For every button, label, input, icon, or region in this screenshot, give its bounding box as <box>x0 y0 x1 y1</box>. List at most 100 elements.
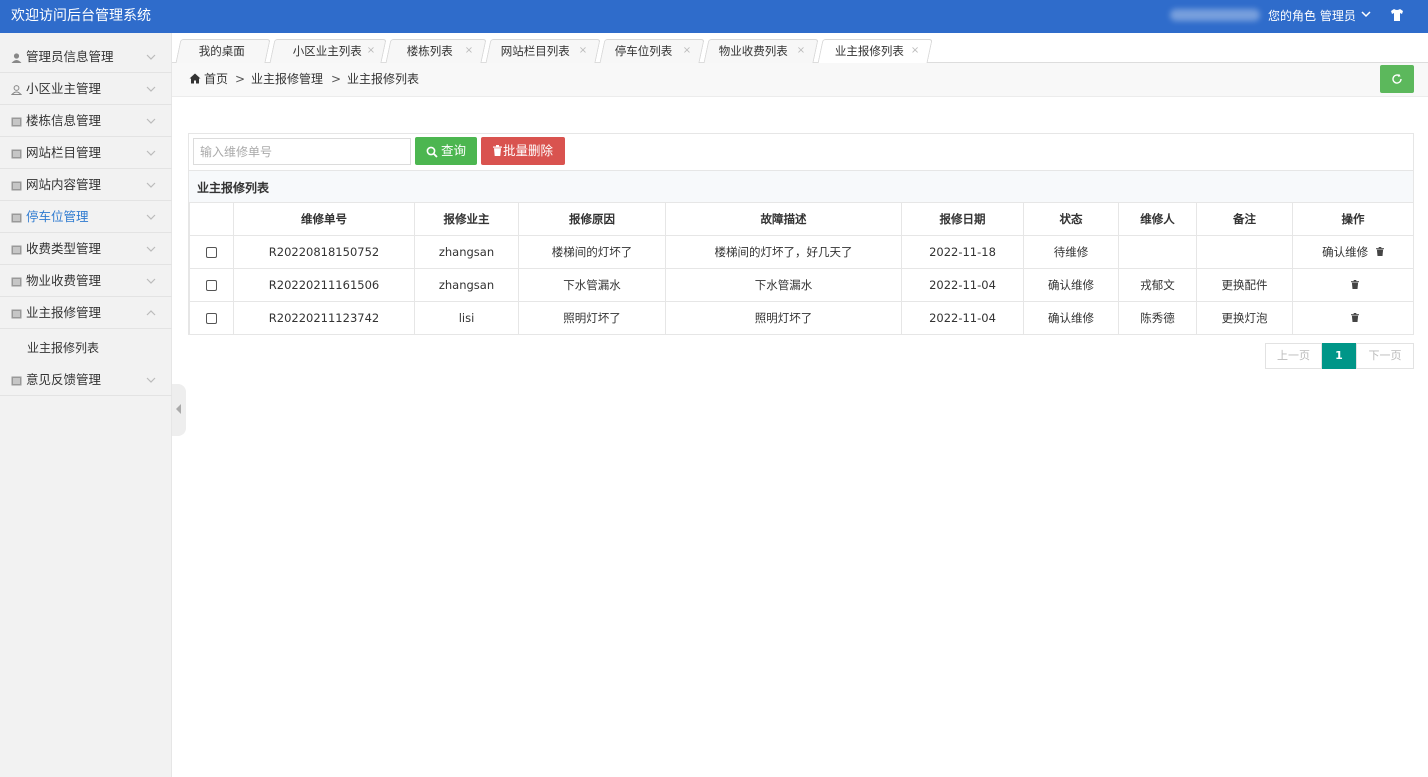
chevron-down-icon <box>146 211 156 221</box>
list-icon <box>11 276 22 287</box>
close-icon[interactable]: × <box>579 44 587 58</box>
sidebar-item-label: 网站栏目管理 <box>26 145 102 160</box>
refresh-button[interactable] <box>1380 65 1414 93</box>
confirm-repair-link[interactable]: 确认维修 <box>1322 245 1368 259</box>
cell-owner: zhangsan <box>414 235 519 269</box>
row-checkbox[interactable] <box>206 280 217 291</box>
user-icon <box>11 52 22 63</box>
sidebar-item-parking[interactable]: 停车位管理 <box>0 201 172 233</box>
sidebar-subitem-repair-list[interactable]: 业主报修列表 <box>0 332 172 364</box>
tab-owner-list[interactable]: 小区业主列表 × <box>269 39 387 63</box>
tab-repair-list[interactable]: 业主报修列表 × <box>817 39 933 64</box>
close-icon[interactable]: × <box>683 44 691 58</box>
column-header: 维修单号 <box>233 202 415 236</box>
column-header: 故障描述 <box>665 202 902 236</box>
home-icon <box>189 73 201 84</box>
row-checkbox-cell <box>189 301 234 335</box>
top-header: 欢迎访问后台管理系统 您的角色 管理员 <box>0 0 1428 33</box>
sidebar-item-label: 物业收费管理 <box>26 273 102 288</box>
chevron-down-icon[interactable] <box>1361 9 1371 23</box>
batch-delete-button-label: 批量删除 <box>503 144 554 158</box>
tab-property-fee-list[interactable]: 物业收费列表 × <box>703 39 819 63</box>
user-outline-icon <box>10 84 23 95</box>
cell-order-no: R20220211161506 <box>233 268 415 302</box>
cell-description: 楼梯间的灯坏了，好几天了 <box>665 235 902 269</box>
table-row: R20220211161506 zhangsan 下水管漏水 下水管漏水 202… <box>189 268 1414 302</box>
cell-reason: 下水管漏水 <box>518 268 666 302</box>
batch-delete-button[interactable]: 批量删除 <box>481 137 565 165</box>
next-page-button[interactable]: 下一页 <box>1356 343 1414 369</box>
cell-status: 确认维修 <box>1023 301 1119 335</box>
table-row: R20220211123742 lisi 照明灯坏了 照明灯坏了 2022-11… <box>189 301 1414 335</box>
sidebar-item-owner[interactable]: 小区业主管理 <box>0 73 172 105</box>
shirt-icon[interactable] <box>1390 8 1404 22</box>
tab-label: 网站栏目列表 <box>500 44 570 58</box>
sidebar-item-property-fee[interactable]: 物业收费管理 <box>0 265 172 297</box>
tab-desktop[interactable]: 我的桌面 <box>175 39 271 63</box>
sidebar-item-label: 网站内容管理 <box>26 177 102 192</box>
sidebar-subitem-label: 业主报修列表 <box>27 341 100 355</box>
chevron-down-icon <box>146 115 156 125</box>
cell-actions: 确认维修 <box>1292 235 1414 269</box>
column-header: 备注 <box>1196 202 1293 236</box>
tab-bar: 我的桌面 小区业主列表 × 楼栋列表 × 网站栏目列表 × 停车位列表 × 物业… <box>172 33 1428 64</box>
list-icon <box>11 212 22 223</box>
column-header: 报修日期 <box>901 202 1024 236</box>
prev-page-button[interactable]: 上一页 <box>1265 343 1322 369</box>
cell-status: 确认维修 <box>1023 268 1119 302</box>
breadcrumb-level2: 业主报修列表 <box>347 72 420 86</box>
user-role-menu[interactable]: 您的角色 管理员 <box>1268 7 1356 25</box>
close-icon[interactable]: × <box>465 44 473 58</box>
tab-label: 楼栋列表 <box>406 44 453 58</box>
column-header: 报修业主 <box>414 202 519 236</box>
column-header: 维修人 <box>1118 202 1197 236</box>
sidebar-item-repair[interactable]: 业主报修管理 <box>0 297 172 329</box>
delete-icon[interactable] <box>1351 311 1359 325</box>
close-icon[interactable]: × <box>911 44 919 58</box>
column-header: 状态 <box>1023 202 1119 236</box>
chevron-down-icon <box>146 51 156 61</box>
query-button[interactable]: 查询 <box>415 137 477 165</box>
sidebar-collapse-handle[interactable] <box>172 384 186 436</box>
cell-repairer: 陈秀德 <box>1118 301 1197 335</box>
row-checkbox[interactable] <box>206 313 217 324</box>
tab-building-list[interactable]: 楼栋列表 × <box>385 39 487 63</box>
sidebar-item-site-column[interactable]: 网站栏目管理 <box>0 137 172 169</box>
tab-label: 我的桌面 <box>198 44 245 58</box>
sidebar-item-fee-type[interactable]: 收费类型管理 <box>0 233 172 265</box>
cell-repairer: 戎郁文 <box>1118 268 1197 302</box>
sidebar-item-building[interactable]: 楼栋信息管理 <box>0 105 172 137</box>
close-icon[interactable]: × <box>797 44 805 58</box>
cell-date: 2022-11-04 <box>901 268 1024 302</box>
sidebar-item-label: 业主报修管理 <box>26 305 102 320</box>
column-header: 报修原因 <box>518 202 666 236</box>
list-icon <box>11 244 22 255</box>
delete-icon[interactable] <box>1351 278 1359 292</box>
row-checkbox[interactable] <box>206 247 217 258</box>
chevron-down-icon <box>146 147 156 157</box>
chevron-up-icon <box>146 307 156 317</box>
sidebar-item-feedback[interactable]: 意见反馈管理 <box>0 364 172 396</box>
sidebar-item-label: 收费类型管理 <box>26 241 102 256</box>
cell-status: 待维修 <box>1023 235 1119 269</box>
repair-no-search-input[interactable] <box>193 138 411 165</box>
list-icon <box>11 308 22 319</box>
tab-parking-list[interactable]: 停车位列表 × <box>599 39 705 63</box>
header-checkbox-cell <box>189 202 234 236</box>
repair-table: 维修单号 报修业主 报修原因 故障描述 报修日期 状态 维修人 备注 操作 R2… <box>189 202 1414 335</box>
tab-site-column-list[interactable]: 网站栏目列表 × <box>485 39 601 63</box>
close-icon[interactable]: × <box>367 44 375 58</box>
tab-label: 小区业主列表 <box>292 44 362 58</box>
breadcrumb: 首页 > 业主报修管理 > 业主报修列表 <box>172 63 1428 97</box>
caret-left-icon <box>176 404 181 414</box>
list-icon <box>11 148 22 159</box>
breadcrumb-home[interactable]: 首页 <box>204 72 228 86</box>
sidebar-item-admin-info[interactable]: 管理员信息管理 <box>0 41 172 73</box>
breadcrumb-level1[interactable]: 业主报修管理 <box>251 72 323 86</box>
sidebar-item-site-content[interactable]: 网站内容管理 <box>0 169 172 201</box>
chevron-down-icon <box>146 83 156 93</box>
row-checkbox-cell <box>189 235 234 269</box>
page-1-button[interactable]: 1 <box>1322 343 1356 369</box>
delete-icon[interactable] <box>1375 245 1384 259</box>
chevron-down-icon <box>146 243 156 253</box>
